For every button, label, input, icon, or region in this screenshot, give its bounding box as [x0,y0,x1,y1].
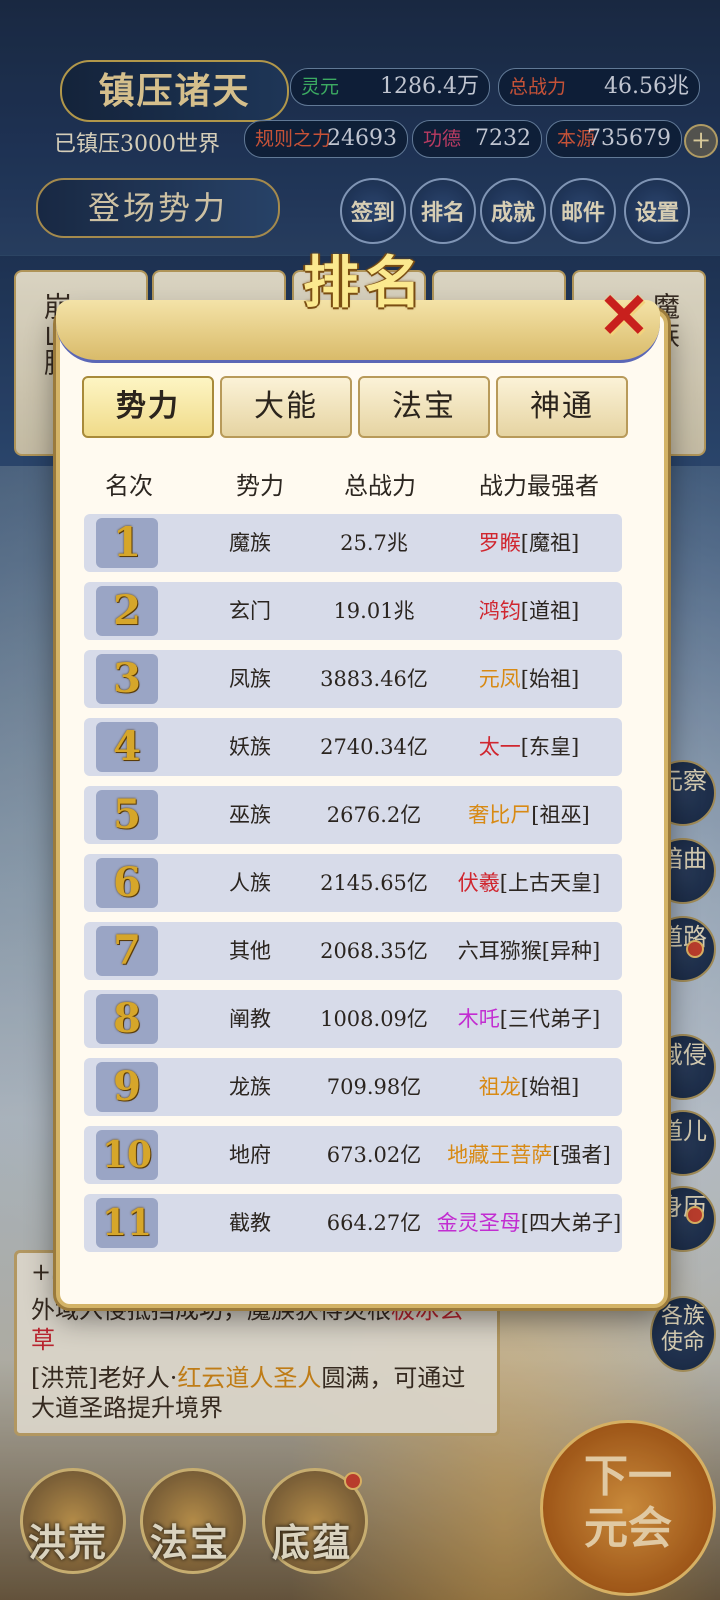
rank-number: 9 [96,1062,158,1112]
total-power: 1008.09亿 [320,1007,428,1031]
ranking-row[interactable]: 1 魔族 25.7兆 罗睺[魔祖] [84,514,622,572]
strongest-member-name: 元凤 [478,667,521,691]
rank-number: 3 [96,654,158,704]
strongest-member-name: 六耳猕猴 [457,939,542,963]
faction-name: 巫族 [229,803,271,827]
strongest-member-name: 金灵圣母 [436,1211,521,1235]
strongest-member-name: 伏羲 [457,871,500,895]
strongest-member-title: [始祖] [520,667,580,691]
strongest-member-title: [魔祖] [520,531,580,555]
total-power: 664.27亿 [326,1211,422,1235]
total-power: 2740.34亿 [320,735,428,759]
strongest-member-title: [三代弟子] [499,1007,601,1031]
ranking-row[interactable]: 6 人族 2145.65亿 伏羲[上古天皇] [84,854,622,912]
ranking-row[interactable]: 5 巫族 2676.2亿 奢比尸[祖巫] [84,786,622,844]
modal-title: 排名 [303,250,427,316]
rank-number: 6 [96,858,158,908]
ranking-tabs: 势力 大能 法宝 神通 [82,376,628,438]
column-header-strongest: 战力最强者 [479,472,599,500]
strongest-member-name: 太一 [478,735,521,759]
strongest-member-name: 祖龙 [478,1075,521,1099]
column-header-faction: 势力 [236,472,284,500]
strongest-member: 元凤[始祖] [436,650,622,708]
ranking-row[interactable]: 8 阐教 1008.09亿 木吒[三代弟子] [84,990,622,1048]
faction-name: 妖族 [229,735,271,759]
rank-number: 7 [96,926,158,976]
strongest-member-title: [东皇] [520,735,580,759]
faction-name: 其他 [229,939,271,963]
strongest-member: 伏羲[上古天皇] [436,854,622,912]
total-power: 709.98亿 [326,1075,422,1099]
total-power: 2068.35亿 [320,939,428,963]
total-power: 3883.46亿 [320,667,428,691]
rank-number: 4 [96,722,158,772]
total-power: 25.7兆 [340,531,408,555]
ranking-row[interactable]: 2 玄门 19.01兆 鸿钧[道祖] [84,582,622,640]
strongest-member-title: [始祖] [520,1075,580,1099]
strongest-member-name: 奢比尸 [468,803,532,827]
total-power: 2676.2亿 [326,803,422,827]
ranking-row[interactable]: 4 妖族 2740.34亿 太一[东皇] [84,718,622,776]
close-icon[interactable]: ✕ [594,285,654,347]
faction-name: 阐教 [229,1007,271,1031]
strongest-member-title: [四大弟子] [520,1211,622,1235]
ranking-row[interactable]: 10 地府 673.02亿 地藏王菩萨[强者] [84,1126,622,1184]
ranking-row[interactable]: 9 龙族 709.98亿 祖龙[始祖] [84,1058,622,1116]
column-header-total-power: 总战力 [344,472,416,500]
total-power: 2145.65亿 [320,871,428,895]
rank-number: 1 [96,518,158,568]
ranking-row[interactable]: 3 凤族 3883.46亿 元凤[始祖] [84,650,622,708]
strongest-member-title: [强者] [552,1143,611,1167]
strongest-member-title: [道祖] [520,599,580,623]
tab-divine-skill[interactable]: 神通 [496,376,628,438]
faction-name: 人族 [229,871,271,895]
faction-name: 龙族 [229,1075,271,1099]
strongest-member-name: 木吒 [457,1007,500,1031]
total-power: 19.01兆 [333,599,415,623]
rank-number: 10 [96,1130,158,1180]
tab-treasure[interactable]: 法宝 [358,376,490,438]
strongest-member-name: 罗睺 [478,531,521,555]
ranking-row[interactable]: 11 截教 664.27亿 金灵圣母[四大弟子] [84,1194,622,1252]
strongest-member-name: 鸿钧 [478,599,521,623]
faction-name: 凤族 [229,667,271,691]
strongest-member-title: [上古天皇] [499,871,601,895]
strongest-member: 奢比尸[祖巫] [436,786,622,844]
column-header-rank: 名次 [105,472,153,500]
rank-number: 11 [96,1198,158,1248]
strongest-member-title: [祖巫] [531,803,590,827]
rank-number: 5 [96,790,158,840]
ranking-row[interactable]: 7 其他 2068.35亿 六耳猕猴[异种] [84,922,622,980]
faction-name: 地府 [229,1143,271,1167]
strongest-member-name: 地藏王菩萨 [447,1143,553,1167]
strongest-member: 祖龙[始祖] [436,1058,622,1116]
strongest-member: 木吒[三代弟子] [436,990,622,1048]
faction-name: 魔族 [229,531,271,555]
faction-name: 玄门 [229,599,271,623]
strongest-member: 太一[东皇] [436,718,622,776]
strongest-member: 金灵圣母[四大弟子] [436,1194,622,1252]
rank-number: 2 [96,586,158,636]
strongest-member: 鸿钧[道祖] [436,582,622,640]
strongest-member: 罗睺[魔祖] [436,514,622,572]
strongest-member-title: [异种] [541,939,601,963]
rank-number: 8 [96,994,158,1044]
strongest-member: 地藏王菩萨[强者] [436,1126,622,1184]
total-power: 673.02亿 [326,1143,422,1167]
faction-name: 截教 [229,1211,271,1235]
tab-great-power[interactable]: 大能 [220,376,352,438]
strongest-member: 六耳猕猴[异种] [436,922,622,980]
tab-faction[interactable]: 势力 [82,376,214,438]
